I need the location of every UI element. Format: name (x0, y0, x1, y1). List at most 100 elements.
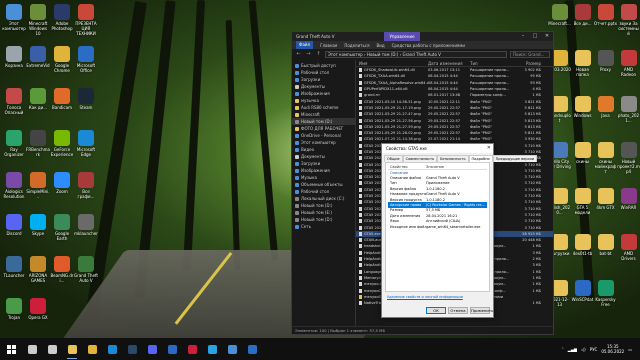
desktop-icon[interactable]: 4km GTX (594, 188, 617, 210)
detail-row[interactable]: Размер 57,5 МБ (388, 208, 487, 213)
ribbon-tab[interactable]: Вид (376, 43, 384, 48)
nav-item[interactable]: Музыка (292, 174, 355, 181)
desktop-icon[interactable]: TLauncher (2, 256, 26, 278)
nav-item[interactable]: Новый том (D:) (292, 118, 355, 125)
task-view-icon[interactable] (42, 338, 62, 360)
chrome-icon[interactable] (82, 338, 102, 360)
ok-button[interactable]: ОК (426, 307, 446, 314)
opera-icon[interactable] (182, 338, 202, 360)
desktop-icon[interactable]: Grand Theft Auto V (74, 256, 98, 283)
nav-item[interactable]: Сеть (292, 223, 355, 230)
detail-row[interactable]: Тип Приложение (388, 181, 487, 186)
desktop-icon[interactable]: Все графи... (74, 172, 98, 199)
discord-icon[interactable] (142, 338, 162, 360)
nav-item[interactable]: Новый том (E:) (292, 209, 355, 216)
remove-properties-link[interactable]: Удаление свойств и личной информации (387, 295, 488, 299)
apply-button[interactable]: Применить (470, 307, 493, 314)
desktop-icon[interactable]: phato_2021... (617, 96, 640, 123)
manage-tab[interactable]: Управление (384, 32, 420, 41)
dialog-tab[interactable]: Совместимость (402, 155, 438, 162)
desktop-icon[interactable]: Как ди... (26, 88, 50, 110)
search-icon[interactable] (22, 338, 42, 360)
nav-item[interactable]: Объемные объекты (292, 181, 355, 188)
dialog-tab[interactable]: Общие (384, 155, 403, 162)
desktop-icon[interactable]: Bandicam (50, 88, 74, 110)
ribbon-tab[interactable]: Средства работы с приложениями (392, 43, 465, 48)
clock[interactable]: 15:35 05.06.2022 (601, 344, 624, 354)
desktop-icon[interactable]: Корзина (2, 46, 26, 68)
desktop-icon[interactable]: AMD Drivers (617, 234, 640, 261)
desktop-icon[interactable]: Minecraft Windows 10 (26, 4, 50, 36)
language-indicator[interactable]: РУС (590, 347, 598, 352)
detail-row[interactable]: Авторские права (C) Rockstar Games · Righ… (388, 202, 487, 208)
detail-row[interactable]: Язык Английский (США) (388, 219, 487, 224)
desktop-icon[interactable]: Minecraft... (548, 4, 571, 26)
dialog-tab[interactable]: Подробно (468, 155, 493, 162)
desktop-icon[interactable]: Новый проект2.mp4 (617, 142, 640, 174)
dialog-tab[interactable]: Предыдущие версии (492, 155, 538, 162)
desktop-icon[interactable]: Новая папка (571, 50, 594, 77)
ribbon-tab[interactable]: Поделиться (344, 43, 369, 48)
nav-item[interactable]: Minecraft (292, 111, 355, 118)
close-icon[interactable]: ✕ (487, 144, 491, 153)
desktop-icon[interactable]: WinRAR (617, 188, 640, 210)
desktop-icon[interactable]: Adobe Photoshop (50, 4, 74, 31)
nav-item[interactable]: Новый том (D:) (292, 202, 355, 209)
nav-item[interactable]: Документы (292, 83, 355, 90)
nav-item[interactable]: Изображения (292, 90, 355, 97)
photoshop-icon[interactable] (162, 338, 182, 360)
column-name[interactable]: Имя (356, 61, 428, 66)
header-value[interactable]: Значение (426, 165, 487, 169)
nav-item[interactable]: музычка (292, 97, 355, 104)
nav-item[interactable]: Видео (292, 146, 355, 153)
desktop-icon[interactable]: Ray Organizer (2, 130, 26, 157)
desktop-icon[interactable]: Google Chrome (50, 46, 74, 73)
desktop-icon[interactable]: скины (571, 142, 594, 164)
dialog-titlebar[interactable]: Свойства: GTA5.exe ✕ (382, 144, 493, 153)
explorer-icon[interactable] (62, 338, 82, 360)
nav-item[interactable]: Документы (292, 153, 355, 160)
desktop-icon[interactable]: Discord (2, 214, 26, 236)
desktop-icon[interactable]: WinSCPdat (571, 280, 594, 302)
steam-icon[interactable] (122, 338, 142, 360)
desktop-icon[interactable]: mklauncher (74, 214, 98, 236)
close-icon[interactable]: ✕ (541, 32, 553, 41)
nav-item[interactable]: Загрузки (292, 76, 355, 83)
back-icon[interactable]: ← (295, 51, 302, 57)
nav-item[interactable]: Этот компьютер (292, 139, 355, 146)
desktop-icon[interactable]: bat-bt (594, 234, 617, 256)
desktop-icon[interactable]: ExtremeVid (26, 46, 50, 68)
desktop-icon[interactable]: ПРЕЗЕНТАЦИЯ ТЕХНИКИ (74, 4, 98, 36)
desktop-icon[interactable]: Trojan (2, 298, 26, 320)
volume-icon[interactable]: ◁) (581, 347, 586, 352)
word-icon[interactable] (242, 338, 262, 360)
properties-dialog[interactable]: Свойства: GTA5.exe ✕ Общие Совместимость Б… (381, 143, 538, 318)
forward-icon[interactable]: → (305, 51, 312, 57)
nav-item[interactable]: Изображения (292, 167, 355, 174)
detail-row[interactable]: Дата изменения 28.04.2021 16:21 (388, 213, 487, 218)
desktop-icon[interactable]: FRBenchmark (26, 130, 50, 157)
desktop-icon[interactable]: ARIZONA GAMES (26, 256, 50, 283)
chevron-up-icon[interactable]: ˄ (562, 347, 564, 352)
column-size[interactable]: Размер (516, 61, 544, 66)
column-date[interactable]: Дата изменения (428, 61, 470, 66)
desktop-icon[interactable]: Aiologics Resolution (2, 172, 26, 199)
notifications-icon[interactable]: ▭ (628, 347, 632, 352)
search-input[interactable]: Поиск: Grand... (510, 50, 550, 58)
header-property[interactable]: Свойство (388, 165, 426, 169)
edge-icon[interactable] (102, 338, 122, 360)
ribbon-tab[interactable]: Главная (320, 43, 337, 48)
desktop-icon[interactable]: Zoom (50, 172, 74, 194)
detail-row[interactable]: Описание файла Grand Theft Auto V (388, 175, 487, 180)
detail-row[interactable]: Название продукта Grand Theft Auto V (388, 192, 487, 197)
start-button[interactable] (0, 338, 22, 360)
telegram-icon[interactable] (202, 338, 222, 360)
nav-item[interactable]: ФОТО ДЛЯ РАБОЧЕГ (292, 125, 355, 132)
desktop-icon[interactable]: Голоса Опасный (2, 88, 26, 115)
desktop-icon[interactable]: скины майнкрафт (594, 142, 617, 174)
mail-icon[interactable] (222, 338, 242, 360)
nav-item[interactable]: Загрузки (292, 160, 355, 167)
maximize-icon[interactable]: □ (529, 32, 541, 41)
desktop-icon[interactable]: Microsoft Edge (74, 130, 98, 157)
ribbon-tab[interactable]: Файл (296, 41, 314, 49)
